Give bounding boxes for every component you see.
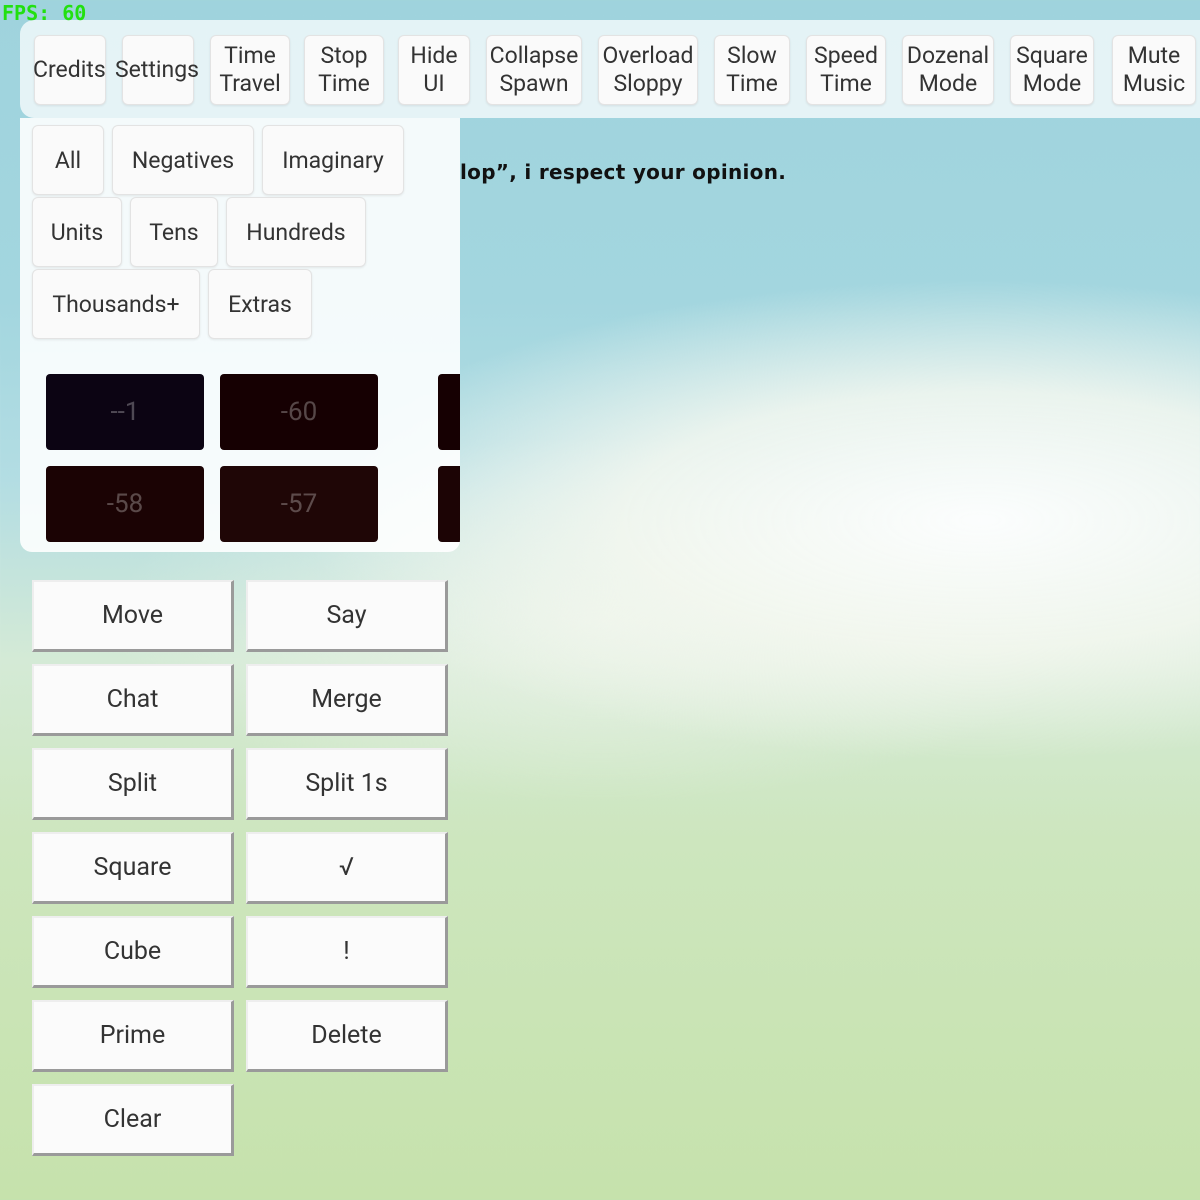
top-toolbar: Credits Settings Time Travel Stop Time H… [20,20,1200,118]
filter-extras-button[interactable]: Extras [208,269,312,339]
filter-thousands-button[interactable]: Thousands+ [32,269,200,339]
number-tile[interactable]: --1 [46,374,204,450]
settings-label: Settings [115,56,199,83]
number-tile-partial[interactable] [438,374,460,450]
fps-counter: FPS: 60 [2,1,87,25]
slow-time-button[interactable]: Slow Time [714,35,790,105]
filter-hundreds-button[interactable]: Hundreds [226,197,366,267]
split-button[interactable]: Split [32,748,234,820]
overload-sloppy-button[interactable]: Overload Sloppy [598,35,698,105]
number-tile[interactable]: -60 [220,374,378,450]
background-message: lop”, i respect your opinion. [460,160,787,184]
clear-button[interactable]: Clear [32,1084,234,1156]
speed-time-button[interactable]: Speed Time [806,35,886,105]
mute-music-button[interactable]: Mute Music [1112,35,1196,105]
filter-all-button[interactable]: All [32,125,104,195]
hide-ui-button[interactable]: Hide UI [398,35,470,105]
number-tile-partial[interactable] [438,466,460,542]
sqrt-button[interactable]: √ [246,832,448,904]
filter-imaginary-button[interactable]: Imaginary [262,125,404,195]
number-tile[interactable]: -58 [46,466,204,542]
filter-tens-button[interactable]: Tens [130,197,218,267]
square-button[interactable]: Square [32,832,234,904]
say-button[interactable]: Say [246,580,448,652]
delete-button[interactable]: Delete [246,1000,448,1072]
credits-label: Credits [33,56,106,83]
square-mode-button[interactable]: Square Mode [1010,35,1094,105]
number-filter-panel: All Negatives Imaginary Units Tens Hundr… [20,118,460,552]
prime-button[interactable]: Prime [32,1000,234,1072]
collapse-spawn-button[interactable]: Collapse Spawn [486,35,582,105]
credits-button[interactable]: Credits [33,35,106,105]
chat-button[interactable]: Chat [32,664,234,736]
move-button[interactable]: Move [32,580,234,652]
merge-button[interactable]: Merge [246,664,448,736]
settings-button[interactable]: Settings [115,35,199,105]
cube-button[interactable]: Cube [32,916,234,988]
filter-units-button[interactable]: Units [32,197,122,267]
filter-negatives-button[interactable]: Negatives [112,125,254,195]
factorial-button[interactable]: ! [246,916,448,988]
dozenal-mode-button[interactable]: Dozenal Mode [902,35,994,105]
number-tile[interactable]: -57 [220,466,378,542]
stop-time-button[interactable]: Stop Time [304,35,384,105]
time-travel-button[interactable]: Time Travel [210,35,290,105]
split-1s-button[interactable]: Split 1s [246,748,448,820]
